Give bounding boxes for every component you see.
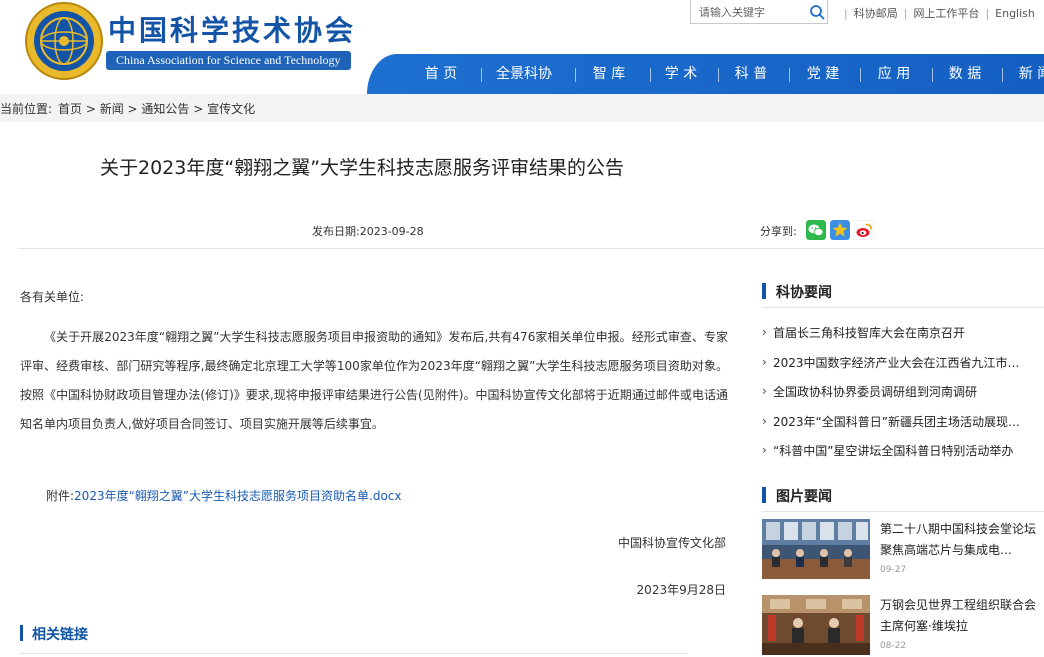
pics-heading: 图片要闻 [762,486,832,506]
nav-separator [932,68,933,82]
nav-home[interactable]: 首 页 [417,54,465,94]
nav-separator [481,68,482,82]
pic-news-item[interactable]: 万钢会见世界工程组织联合会主席何塞·维埃拉 08-22 [762,595,1044,655]
attachment-link[interactable]: 2023年度“翱翔之翼”大学生科技志愿服务项目资助名单.docx [74,489,401,503]
nav-popular-science[interactable]: 科 普 [727,54,775,94]
qzone-icon[interactable] [830,220,850,240]
news-item[interactable]: 首届长三角科技智库大会在南京召开 [762,324,1044,354]
nav-party[interactable]: 党 建 [799,54,847,94]
top-link-separator: | [844,7,848,20]
search-icon[interactable] [809,4,825,20]
top-link-mail[interactable]: 科协邮局 [854,7,898,20]
brand-chinese-name: 中国科学技术协会 [108,14,357,47]
nav-separator [650,68,651,82]
top-link-separator: | [985,7,990,20]
pic-news-date: 08-22 [880,641,907,651]
site-logo[interactable]: 中国科学技术协会 China Association for Science a… [22,0,400,82]
nav-news[interactable]: 新 闻 [1011,54,1044,94]
salutation: 各有关单位: [20,290,85,304]
signature: 中国科协宣传文化部 [617,536,726,550]
top-utility-bar: | 科协邮局 | 网上工作平台 | English [690,0,1044,24]
news-item[interactable]: 全国政协科协界委员调研组到河南调研 [762,383,1044,413]
news-item[interactable]: 2023年“全国科普日”新疆兵团主场活动展现… [762,413,1044,443]
nav-apps[interactable]: 应 用 [870,54,918,94]
nav-panorama[interactable]: 全景科协 [491,54,557,94]
breadcrumb-label: 当前位置: [0,102,53,116]
nav-separator [860,68,861,82]
article-title: 关于2023年度“翱翔之翼”大学生科技志愿服务评审结果的公告 [100,157,625,179]
pic-news-title[interactable]: 第二十八期中国科技会堂论坛聚焦高端芯片与集成电… [880,519,1044,561]
search-box [690,0,828,24]
nav-separator [1002,68,1003,82]
news-item[interactable]: 2023中国数字经济产业大会在江西省九江市… [762,354,1044,384]
attachment: 附件:2023年度“翱翔之翼”大学生科技志愿服务项目资助名单.docx [46,487,402,504]
share-label: 分享到: [760,225,797,238]
header-divider [18,248,1044,249]
pic-news-item[interactable]: 第二十八期中国科技会堂论坛聚焦高端芯片与集成电… 09-27 [762,519,1044,579]
nav-think-tank[interactable]: 智 库 [585,54,633,94]
search-input[interactable] [699,4,799,20]
attachment-label: 附件: [46,489,75,503]
news-item[interactable]: “科普中国”星空讲坛全国科普日特别活动举办 [762,442,1044,472]
nav-data[interactable]: 数 据 [941,54,989,94]
brand-english-name: China Association for Science and Techno… [106,51,351,70]
signature-date: 2023年9月28日 [636,583,726,597]
pics-divider [762,511,1044,512]
meeting-photo-thumbnail[interactable] [762,595,870,655]
weibo-icon[interactable] [854,220,874,240]
publish-date: 发布日期:2023-09-28 [312,225,424,238]
nav-separator [718,68,719,82]
breadcrumb: 当前位置: 首页 > 新闻 > 通知公告 > 宣传文化 [0,100,255,117]
nav-academic[interactable]: 学 术 [657,54,705,94]
wechat-icon[interactable] [806,220,826,240]
top-link-platform[interactable]: 网上工作平台 [913,7,979,20]
news-heading: 科协要闻 [762,282,832,302]
site-header: 中国科学技术协会 China Association for Science a… [0,0,1044,94]
related-divider [20,653,688,654]
nav-separator [789,68,790,82]
cast-emblem-icon [25,2,103,80]
news-divider [762,307,1044,308]
pic-news-date: 09-27 [880,565,907,575]
news-list: 首届长三角科技智库大会在南京召开 2023中国数字经济产业大会在江西省九江市… … [762,324,1044,472]
top-link-english[interactable]: English [995,7,1035,20]
related-links-heading: 相关链接 [20,624,88,644]
forum-photo-thumbnail[interactable] [762,519,870,579]
top-links: | 科协邮局 | 网上工作平台 | English [838,5,1035,21]
nav-separator [575,68,576,82]
top-link-separator: | [903,7,908,20]
main-nav: 首 页 全景科协 智 库 学 术 科 普 党 建 应 用 数 据 新 闻 [367,54,1044,94]
breadcrumb-path[interactable]: 首页 > 新闻 > 通知公告 > 宣传文化 [58,102,255,116]
article-body: 《关于开展2023年度“翱翔之翼”大学生科技志愿服务项目申报资助的通知》发布后,… [20,330,728,431]
pic-news-title[interactable]: 万钢会见世界工程组织联合会主席何塞·维埃拉 [880,595,1044,637]
breadcrumb-bar: 当前位置: 首页 > 新闻 > 通知公告 > 宣传文化 [0,94,1044,122]
